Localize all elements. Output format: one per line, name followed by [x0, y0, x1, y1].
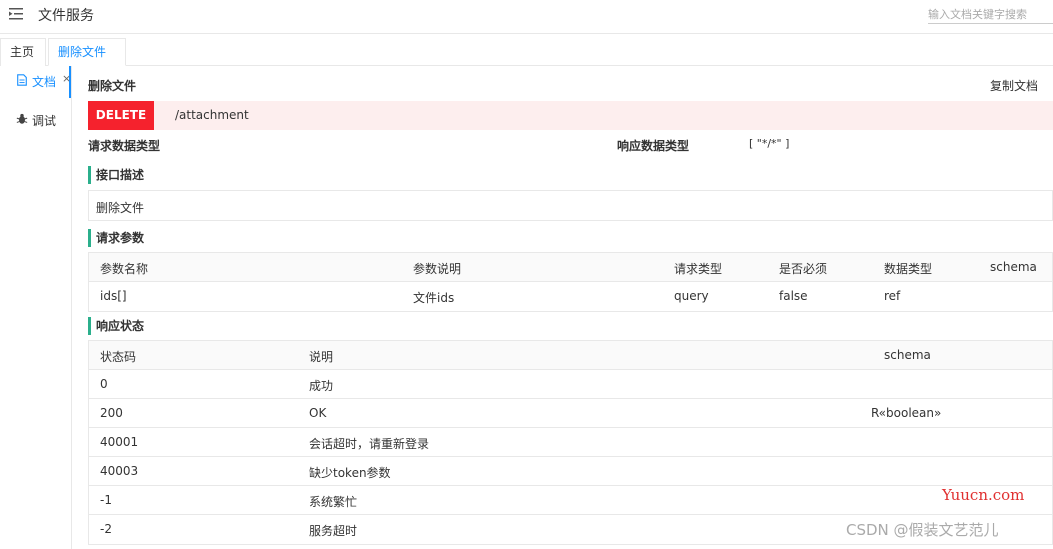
- sidenav-item-docs-label: 文档: [32, 75, 57, 89]
- status-code: 0: [100, 377, 108, 391]
- table-row: ids[] 文件ids query false ref: [89, 282, 1052, 311]
- sidenav-item-debug[interactable]: 调试: [0, 105, 71, 137]
- column-header: 状态码: [100, 350, 137, 364]
- param-in-link[interactable]: query: [674, 289, 709, 303]
- doc-title: 删除文件: [88, 79, 137, 93]
- responses-section-title: 响应状态: [88, 317, 144, 335]
- params-section-title: 请求参数: [88, 229, 144, 247]
- column-header: 说明: [309, 350, 334, 364]
- sidenav-item-docs[interactable]: 文档: [0, 66, 71, 98]
- column-header: 是否必须: [779, 262, 828, 276]
- response-type-label: 响应数据类型: [617, 139, 690, 153]
- table-row: 200 OK R«boolean»: [89, 399, 1052, 428]
- description-text: 删除文件: [96, 201, 145, 215]
- status-description: 系统繁忙: [309, 495, 358, 509]
- status-code: 200: [100, 406, 123, 420]
- table-row: 0 成功: [89, 370, 1052, 399]
- site-watermark: Yuucn.com: [942, 486, 1025, 504]
- tab-delete-file[interactable]: 删除文件×: [48, 38, 126, 85]
- param-name: ids[]: [100, 289, 127, 303]
- tab-bar: 主页 删除文件×: [0, 38, 1053, 85]
- status-description: 服务超时: [309, 524, 358, 538]
- status-description: 会话超时，请重新登录: [309, 437, 430, 451]
- param-description: 文件ids: [413, 291, 455, 305]
- column-header: 请求类型: [674, 262, 723, 276]
- column-header: 数据类型: [884, 262, 933, 276]
- description-box: 删除文件: [88, 190, 1053, 221]
- column-header: schema: [990, 260, 1037, 274]
- table-row: 40001 会话超时，请重新登录: [89, 428, 1052, 457]
- params-table: 参数名称 参数说明 请求类型 是否必须 数据类型 schema ids[] 文件…: [88, 252, 1053, 312]
- tab-home-label: 主页: [10, 45, 35, 59]
- tab-home[interactable]: 主页: [0, 38, 46, 66]
- description-section-title: 接口描述: [88, 166, 144, 184]
- copy-doc-button[interactable]: 复制文档: [990, 77, 1038, 94]
- top-bar: 文件服务: [0, 0, 1053, 34]
- status-code: -1: [100, 493, 112, 507]
- column-header: 参数说明: [413, 262, 462, 276]
- app-title: 文件服务: [38, 8, 94, 24]
- search-input[interactable]: [928, 6, 1053, 24]
- status-code: 40003: [100, 464, 139, 478]
- status-code: -2: [100, 522, 112, 536]
- param-datatype: ref: [884, 289, 901, 303]
- table-row: 40003 缺少token参数: [89, 457, 1052, 486]
- side-nav: 文档 调试: [0, 66, 72, 549]
- author-watermark: CSDN @假装文艺范儿: [846, 521, 999, 539]
- sidenav-item-debug-label: 调试: [32, 114, 57, 128]
- tab-delete-file-label: 删除文件: [58, 45, 107, 59]
- param-required: false: [779, 289, 808, 303]
- document-icon: [17, 74, 27, 86]
- table-header-row: 状态码 说明 schema: [89, 341, 1052, 370]
- status-description: OK: [309, 406, 327, 420]
- status-schema: R«boolean»: [871, 406, 942, 420]
- column-header: schema: [884, 348, 931, 362]
- status-description: 缺少token参数: [309, 466, 391, 480]
- request-type-label: 请求数据类型: [88, 139, 161, 153]
- endpoint-path: /attachment: [175, 108, 249, 122]
- column-header: 参数名称: [100, 262, 149, 276]
- status-description: 成功: [309, 379, 334, 393]
- menu-fold-icon[interactable]: [9, 8, 23, 20]
- response-type-value: [ "*/*" ]: [749, 137, 790, 150]
- table-header-row: 参数名称 参数说明 请求类型 是否必须 数据类型 schema: [89, 253, 1052, 282]
- responses-table: 状态码 说明 schema 0 成功 200 OK R«boolean» 400…: [88, 340, 1053, 545]
- bug-icon: [16, 113, 28, 124]
- method-bar: DELETE /attachment: [88, 101, 1053, 130]
- method-badge: DELETE: [88, 101, 154, 130]
- status-code: 40001: [100, 435, 139, 449]
- table-row: -1 系统繁忙: [89, 486, 1052, 515]
